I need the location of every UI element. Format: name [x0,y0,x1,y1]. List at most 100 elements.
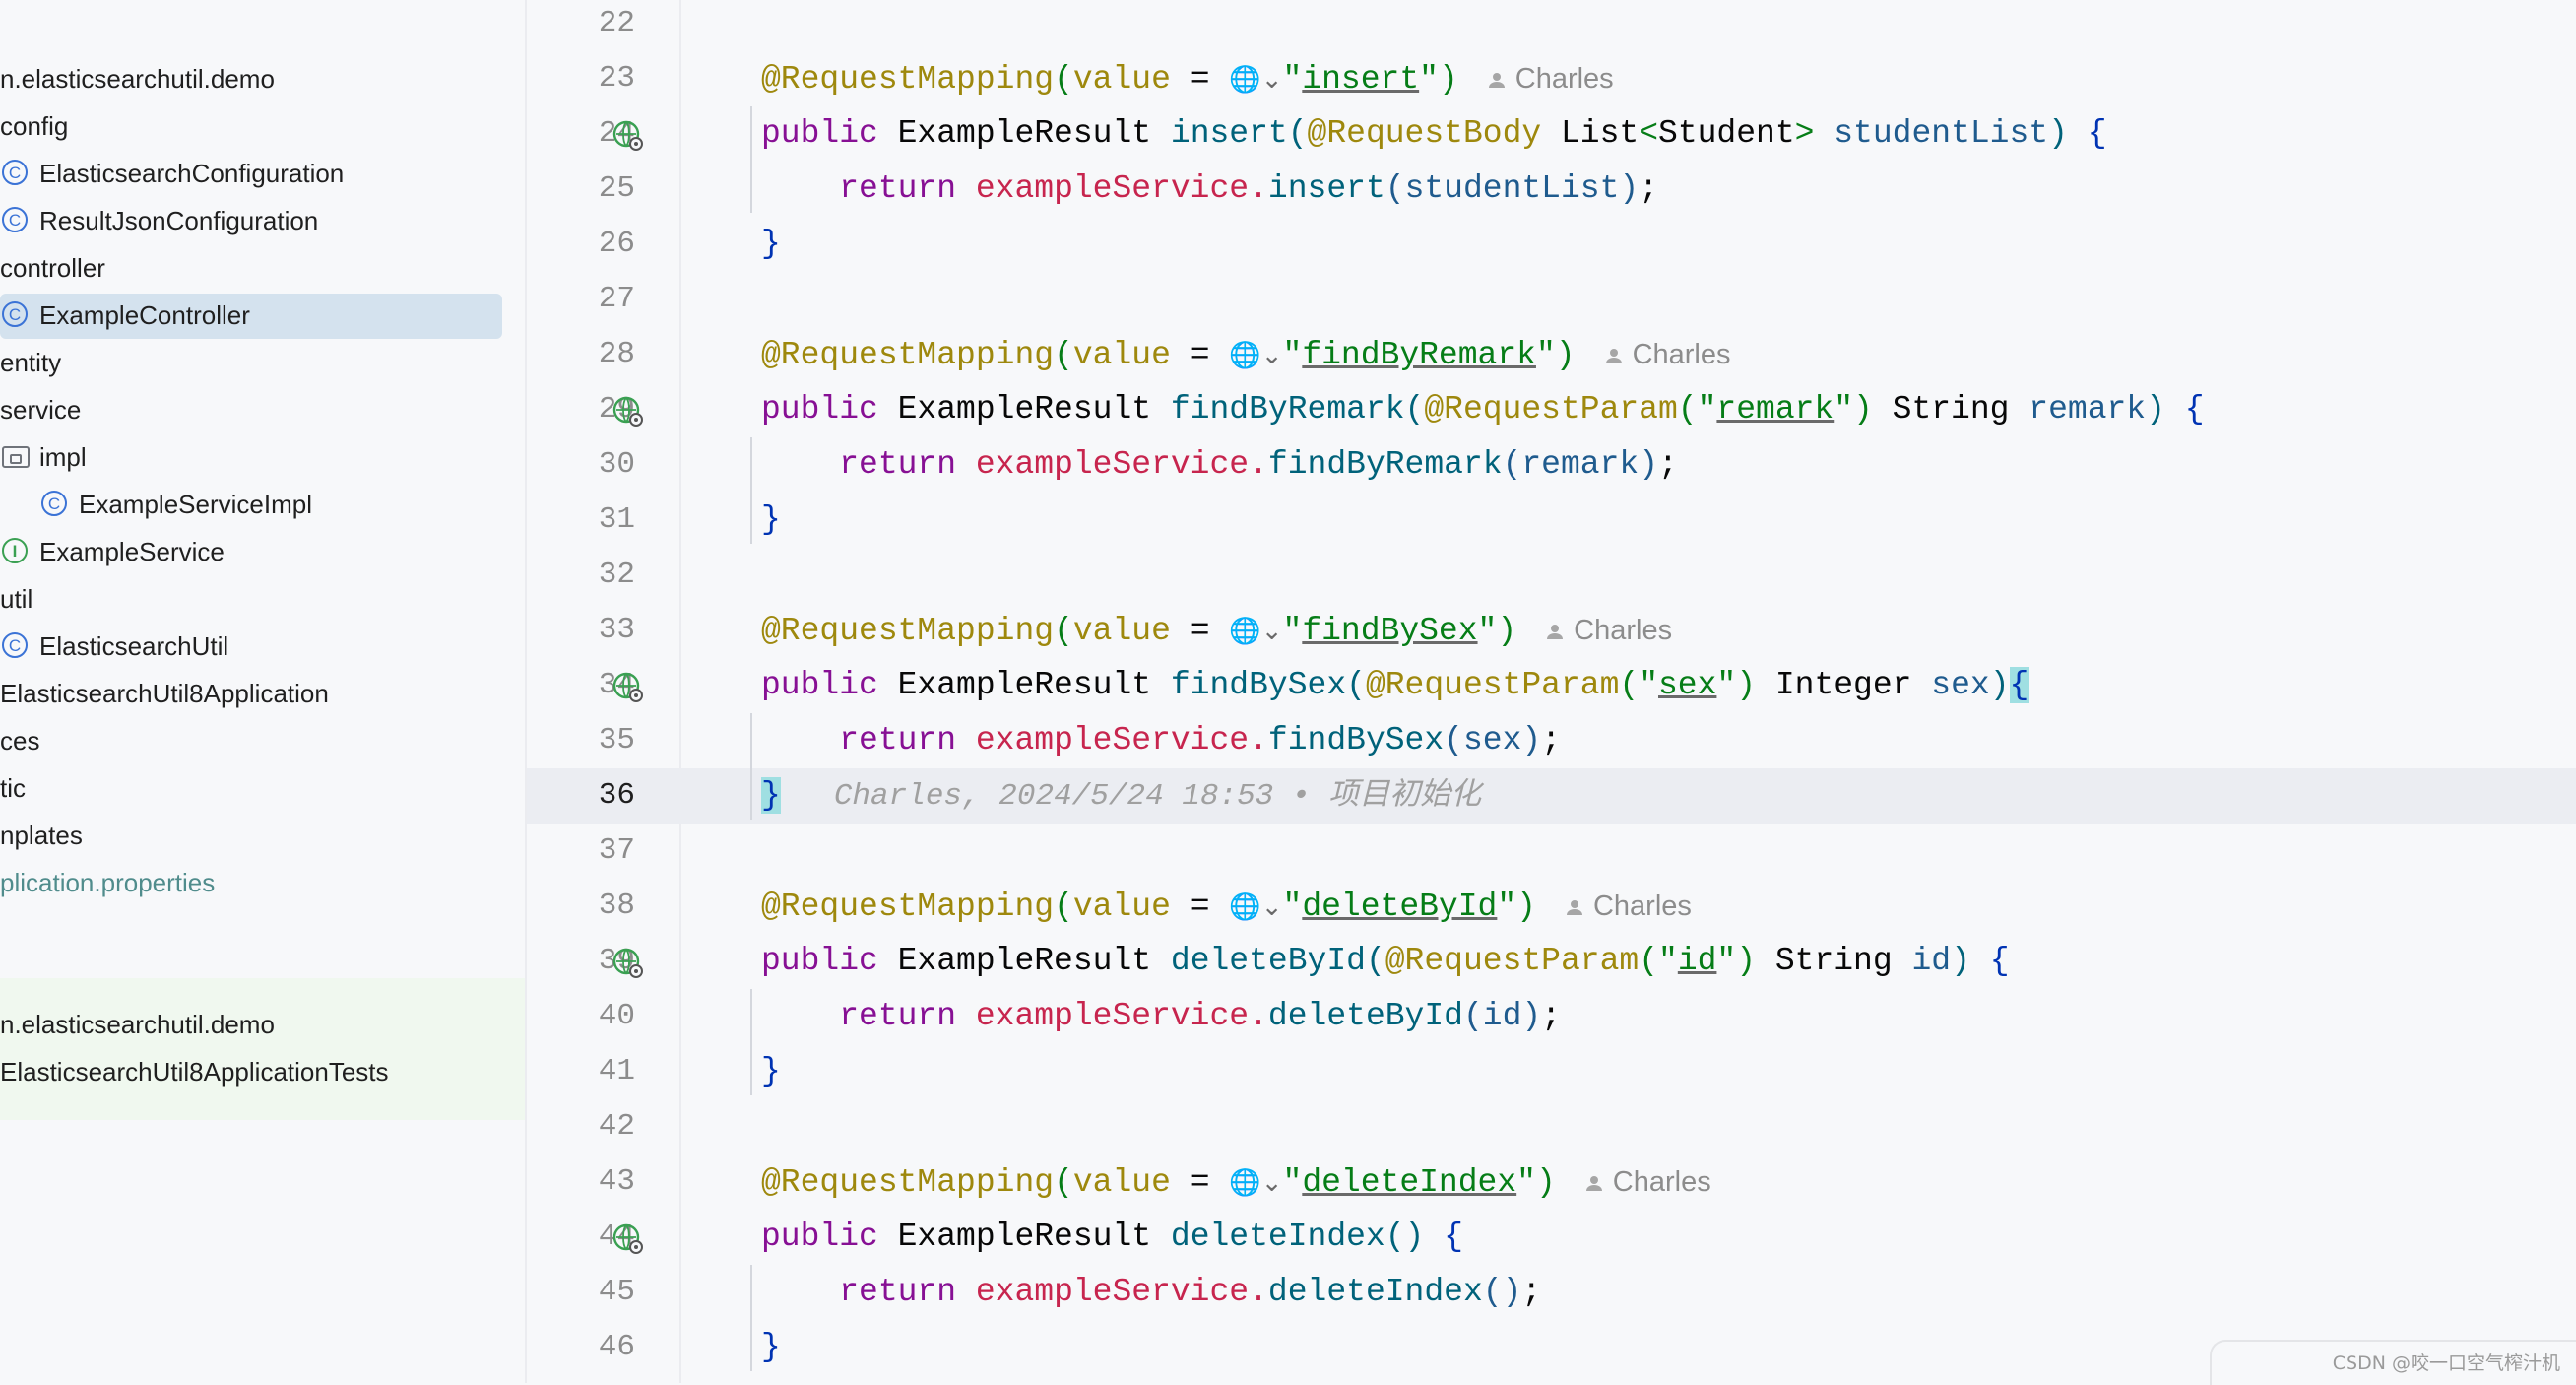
code-text[interactable]: } [761,1044,781,1099]
line-number[interactable]: 46 [527,1320,635,1375]
indent-guide [750,437,752,544]
line-number[interactable]: 41 [527,1044,635,1099]
globe-icon: 🌐⌄ [1229,617,1283,646]
code-text[interactable]: @RequestMapping(value = 🌐⌄"findByRemark"… [761,327,1731,383]
endpoint-gutter-icon[interactable] [612,1222,643,1254]
tree-item-9[interactable]: C ExampleServiceImpl [0,481,525,528]
code-text[interactable]: } [761,493,781,548]
tree-item-14[interactable]: ces [0,717,525,764]
class-icon: C [2,632,28,658]
line-number[interactable]: 23 [527,51,635,106]
code-line-26[interactable]: 26} [527,217,2576,272]
code-line-36[interactable]: 36 } Charles, 2024/5/24 18:53 • 项目初始化 [527,768,2576,824]
code-line-39[interactable]: 39 public ExampleResult deleteById(@Reque… [527,934,2576,989]
code-line-38[interactable]: 38 @RequestMapping(value = 🌐⌄"deleteById"… [527,879,2576,934]
tree-item-12[interactable]: C ElasticsearchUtil [0,623,525,670]
code-line-31[interactable]: 31} [527,493,2576,548]
tree-item-17[interactable]: plication.properties [0,859,525,906]
line-number[interactable]: 22 [527,0,635,51]
tree-item-3[interactable]: C ResultJsonConfiguration [0,197,525,244]
code-line-37[interactable]: 37 [527,824,2576,879]
tree-item-label: n.elasticsearchutil.demo [0,1010,275,1039]
line-number[interactable]: 31 [527,493,635,548]
line-number[interactable]: 38 [527,879,635,934]
code-text[interactable]: public ExampleResult findBySex(@RequestP… [761,658,2029,713]
line-number[interactable]: 37 [527,824,635,879]
tree-item-5[interactable]: C ExampleController [0,292,525,339]
code-line-33[interactable]: 33 @RequestMapping(value = 🌐⌄"findBySex")… [527,603,2576,658]
tree-item-15[interactable]: tic [0,764,525,812]
code-text[interactable]: public ExampleResult deleteById(@Request… [761,934,2010,989]
tree-item-label: tic [0,773,26,803]
line-number[interactable]: 30 [527,437,635,493]
code-line-22[interactable]: 22 [527,0,2576,51]
code-line-30[interactable]: 30 return exampleService.findByRemark(re… [527,437,2576,493]
tree-item-6[interactable]: entity [0,339,525,386]
line-number[interactable]: 36 [527,768,635,824]
tree-item-16[interactable]: nplates [0,812,525,859]
code-line-40[interactable]: 40 return exampleService.deleteById(id); [527,989,2576,1044]
tree-item-7[interactable]: service [0,386,525,433]
line-number[interactable]: 32 [527,548,635,603]
tree-item-4[interactable]: controller [0,244,525,292]
tree-item-8[interactable]: impl [0,433,525,481]
code-text[interactable]: } Charles, 2024/5/24 18:53 • 项目初始化 [761,768,1481,824]
tree-item-1[interactable]: config [0,102,525,150]
code-line-32[interactable]: 32 [527,548,2576,603]
line-number[interactable]: 42 [527,1099,635,1154]
code-line-25[interactable]: 25 return exampleService.insert(studentL… [527,162,2576,217]
tree-item-0[interactable]: n.elasticsearchutil.demo [0,55,525,102]
code-text[interactable]: @RequestMapping(value = 🌐⌄"insert") Charl… [761,51,1614,107]
endpoint-gutter-icon[interactable] [612,671,643,702]
code-line-24[interactable]: 24 public ExampleResult insert(@RequestBo… [527,106,2576,162]
code-text[interactable]: } [761,1320,781,1375]
code-text[interactable]: @RequestMapping(value = 🌐⌄"findBySex") Ch… [761,603,1672,659]
line-number[interactable]: 33 [527,603,635,658]
code-line-28[interactable]: 28 @RequestMapping(value = 🌐⌄"findByRemar… [527,327,2576,382]
code-text[interactable]: return exampleService.deleteById(id); [761,989,1561,1044]
code-text[interactable]: } [761,217,781,272]
indent-guide [750,713,752,820]
tree-item-2[interactable]: C ElasticsearchConfiguration [0,150,525,197]
tree-item-13[interactable]: ElasticsearchUtil8Application [0,670,525,717]
project-tree: n.elasticsearchutil.demo config C Elasticse… [0,0,527,1383]
code-text[interactable]: @RequestMapping(value = 🌐⌄"deleteById") C… [761,879,1692,935]
line-number[interactable]: 45 [527,1265,635,1320]
blame-annotation: Charles [1585,1166,1711,1198]
code-line-29[interactable]: 29 public ExampleResult findByRemark(@Req… [527,382,2576,437]
code-line-44[interactable]: 44 public ExampleResult deleteIndex() { [527,1210,2576,1265]
tree-item-10[interactable]: I ExampleService [0,528,525,575]
code-text[interactable]: return exampleService.findByRemark(remar… [761,437,1678,493]
line-number[interactable]: 35 [527,713,635,768]
line-number[interactable]: 28 [527,327,635,382]
code-line-34[interactable]: 34 public ExampleResult findBySex(@Reques… [527,658,2576,713]
code-text[interactable]: public ExampleResult insert(@RequestBody… [761,106,2107,162]
endpoint-gutter-icon[interactable] [612,395,643,427]
line-number[interactable]: 25 [527,162,635,217]
tree-item-11[interactable]: util [0,575,525,623]
code-line-41[interactable]: 41} [527,1044,2576,1099]
tree-item-19[interactable]: ElasticsearchUtil8ApplicationTests [0,1048,525,1095]
tree-item-label: n.elasticsearchutil.demo [0,64,275,94]
code-text[interactable]: public ExampleResult findByRemark(@Reque… [761,382,2205,437]
code-line-27[interactable]: 27 [527,272,2576,327]
code-text[interactable]: return exampleService.insert(studentList… [761,162,1658,217]
code-text[interactable]: @RequestMapping(value = 🌐⌄"deleteIndex")… [761,1154,1711,1211]
endpoint-gutter-icon[interactable] [612,119,643,151]
line-number[interactable]: 26 [527,217,635,272]
code-line-42[interactable]: 42 [527,1099,2576,1154]
tree-item-label: ExampleController [39,300,250,330]
code-line-23[interactable]: 23 @RequestMapping(value = 🌐⌄"insert") Cha… [527,51,2576,106]
code-line-43[interactable]: 43 @RequestMapping(value = 🌐⌄"deleteIndex… [527,1154,2576,1210]
tree-item-label: impl [39,442,87,472]
line-number[interactable]: 40 [527,989,635,1044]
tree-item-18[interactable]: n.elasticsearchutil.demo [0,1001,525,1048]
code-text[interactable]: return exampleService.deleteIndex(); [761,1265,1541,1320]
endpoint-gutter-icon[interactable] [612,947,643,978]
line-number[interactable]: 43 [527,1154,635,1210]
line-number[interactable]: 27 [527,272,635,327]
code-line-45[interactable]: 45 return exampleService.deleteIndex(); [527,1265,2576,1320]
code-text[interactable]: return exampleService.findBySex(sex); [761,713,1561,768]
code-line-35[interactable]: 35 return exampleService.findBySex(sex); [527,713,2576,768]
code-text[interactable]: public ExampleResult deleteIndex() { [761,1210,1463,1265]
